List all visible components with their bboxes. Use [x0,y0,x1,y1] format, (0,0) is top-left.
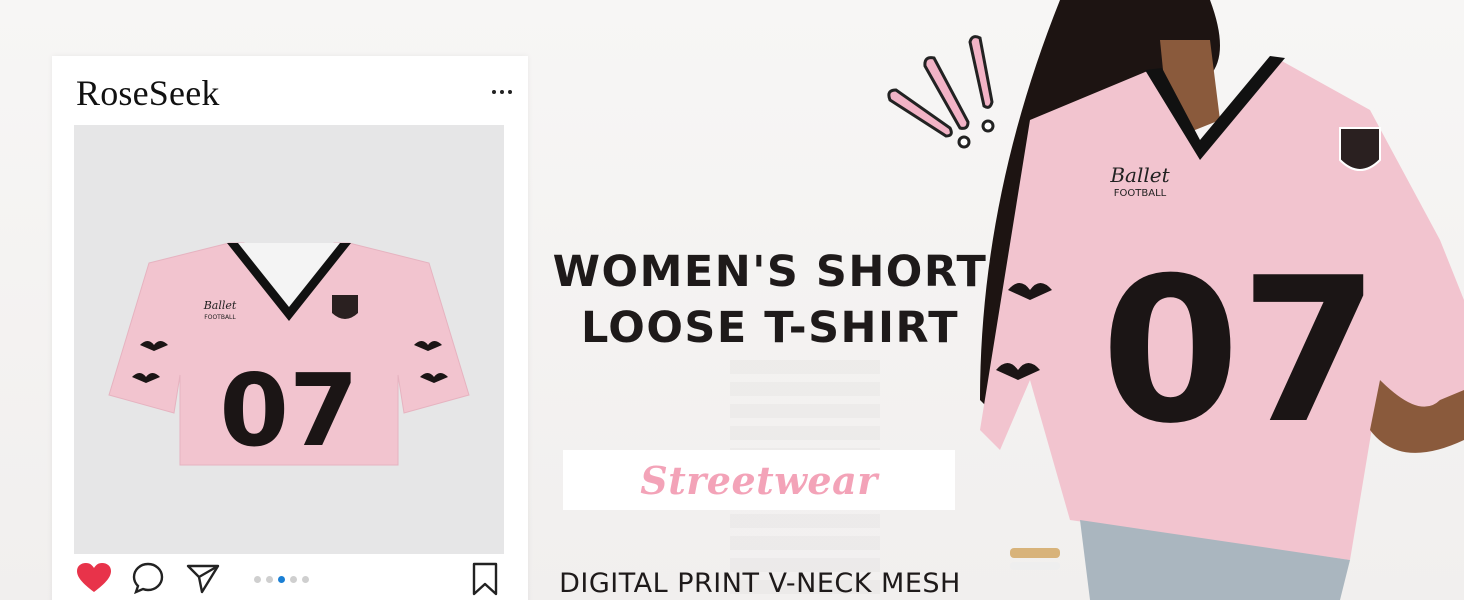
send-paper-plane-icon[interactable] [186,562,220,594]
style-tag-label: Streetwear [640,457,878,503]
carousel-dot [290,576,297,583]
comment-bubble-icon[interactable] [132,562,164,594]
carousel-dot-active [278,576,285,583]
carousel-dot [266,576,273,583]
social-post-card: RoseSeek 07 Ballet FOOTBALL [52,56,528,600]
post-actions-bar [74,562,506,598]
heart-filled-icon[interactable] [76,562,112,594]
more-horizontal-icon[interactable] [488,82,516,102]
chest-text-football: FOOTBALL [204,314,236,321]
crest-badge-icon [332,295,358,319]
carousel-dot [254,576,261,583]
carousel-indicator [254,576,309,583]
model-crest-badge-icon [1339,127,1381,171]
carousel-dot [302,576,309,583]
model-illustration: 07 Ballet FOOTBALL [980,0,1464,600]
cropped-jersey-image: 07 Ballet FOOTBALL [108,242,470,469]
post-header: RoseSeek [76,72,516,113]
model-chest-text-ballet: Ballet [1109,163,1170,187]
bookmark-icon[interactable] [470,562,500,596]
model-chest-text-football: FOOTBALL [1114,188,1167,199]
model-photo: 07 Ballet FOOTBALL [880,0,1464,600]
chest-text-ballet: Ballet [203,299,237,312]
product-image: 07 Ballet FOOTBALL [74,125,504,554]
jersey-number: 07 [219,352,358,469]
brand-name: RoseSeek [76,73,220,113]
model-jersey-number: 07 [1101,235,1379,468]
